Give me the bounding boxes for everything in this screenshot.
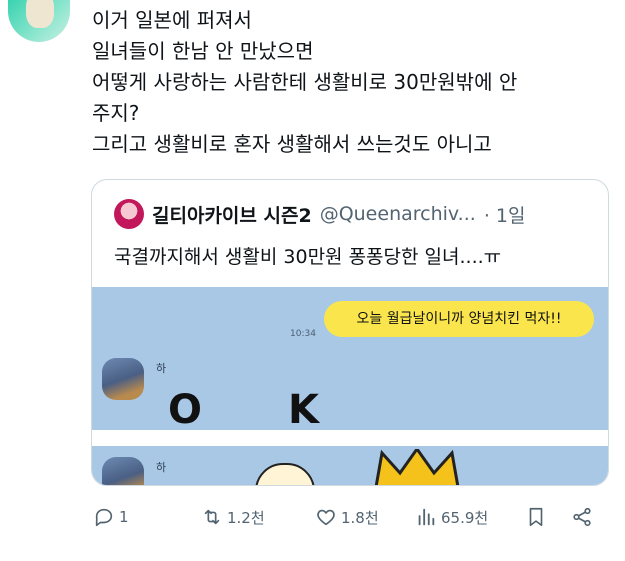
- retweet-button[interactable]: 1.2천: [201, 506, 265, 528]
- sticker-letter: K: [288, 387, 319, 433]
- tweet-line: 그리고 생활비로 혼자 생활해서 쓰는것도 아니고: [92, 132, 492, 156]
- reply-button[interactable]: 1: [93, 506, 129, 528]
- retweet-count: 1.2천: [227, 508, 265, 527]
- bookmark-icon: [529, 507, 543, 527]
- chat-avatar: [102, 457, 144, 485]
- like-count: 1.8천: [341, 508, 379, 527]
- views-count: 65.9천: [441, 508, 489, 527]
- sticker-letter: O: [168, 387, 203, 433]
- views-icon: [418, 508, 435, 526]
- quoted-tweet-header: 길티아카이브 시즌2 @Queenarchiv... · 1일: [114, 199, 525, 229]
- tweet-line: 이거 일본에 퍼져서: [92, 8, 252, 32]
- chat-sender-name: 하: [156, 461, 167, 474]
- heart-icon: [317, 509, 335, 526]
- crown-icon: [374, 449, 460, 485]
- quoted-user-avatar[interactable]: [114, 199, 144, 229]
- quoted-tweet-text: 국결까지해서 생활비 30만원 퐁퐁당한 일녀....ㅠ: [114, 246, 502, 268]
- chat-bubble: 오늘 월급날이니까 양념치킨 먹자!!: [324, 301, 594, 337]
- like-button[interactable]: 1.8천: [315, 506, 379, 528]
- share-button[interactable]: [571, 506, 593, 528]
- quoted-tweet-image[interactable]: 오늘 월급날이니까 양념치킨 먹자!! 10:34 하 O K 하: [92, 287, 608, 485]
- chat-avatar: [102, 358, 144, 400]
- quoted-tweet[interactable]: 길티아카이브 시즌2 @Queenarchiv... · 1일 국결까지해서 생…: [91, 179, 609, 486]
- bookmark-button[interactable]: [525, 506, 547, 528]
- avatar-face: [26, 0, 54, 28]
- chat-sender-name: 하: [156, 362, 167, 375]
- quoted-user-handle[interactable]: @Queenarchiv...: [320, 203, 476, 225]
- tweet-text: 이거 일본에 퍼져서 일녀들이 한남 안 만났으면 어떻게 사랑하는 사람한테 …: [92, 5, 612, 160]
- quoted-user-name[interactable]: 길티아카이브 시즌2: [152, 201, 312, 228]
- share-icon: [573, 507, 591, 527]
- quoted-tweet-time[interactable]: · 1일: [484, 201, 526, 228]
- tweet-line: 어떻게 사랑하는 사람한테 생활비로 30만원밖에 안: [92, 70, 518, 94]
- user-avatar[interactable]: [8, 0, 70, 42]
- reply-icon: [95, 508, 113, 527]
- sticker-shape: [255, 463, 315, 485]
- chat-time: 10:34: [290, 329, 316, 339]
- tweet-line: 주지?: [92, 101, 140, 125]
- views-button[interactable]: 65.9천: [415, 506, 488, 528]
- tweet-line: 일녀들이 한남 안 만났으면: [92, 39, 314, 63]
- image-divider: [92, 430, 608, 446]
- retweet-icon: [204, 509, 220, 525]
- reply-count: 1: [119, 508, 129, 526]
- tweet-actions: 1 1.2천 1.8천 65.9천: [93, 505, 603, 529]
